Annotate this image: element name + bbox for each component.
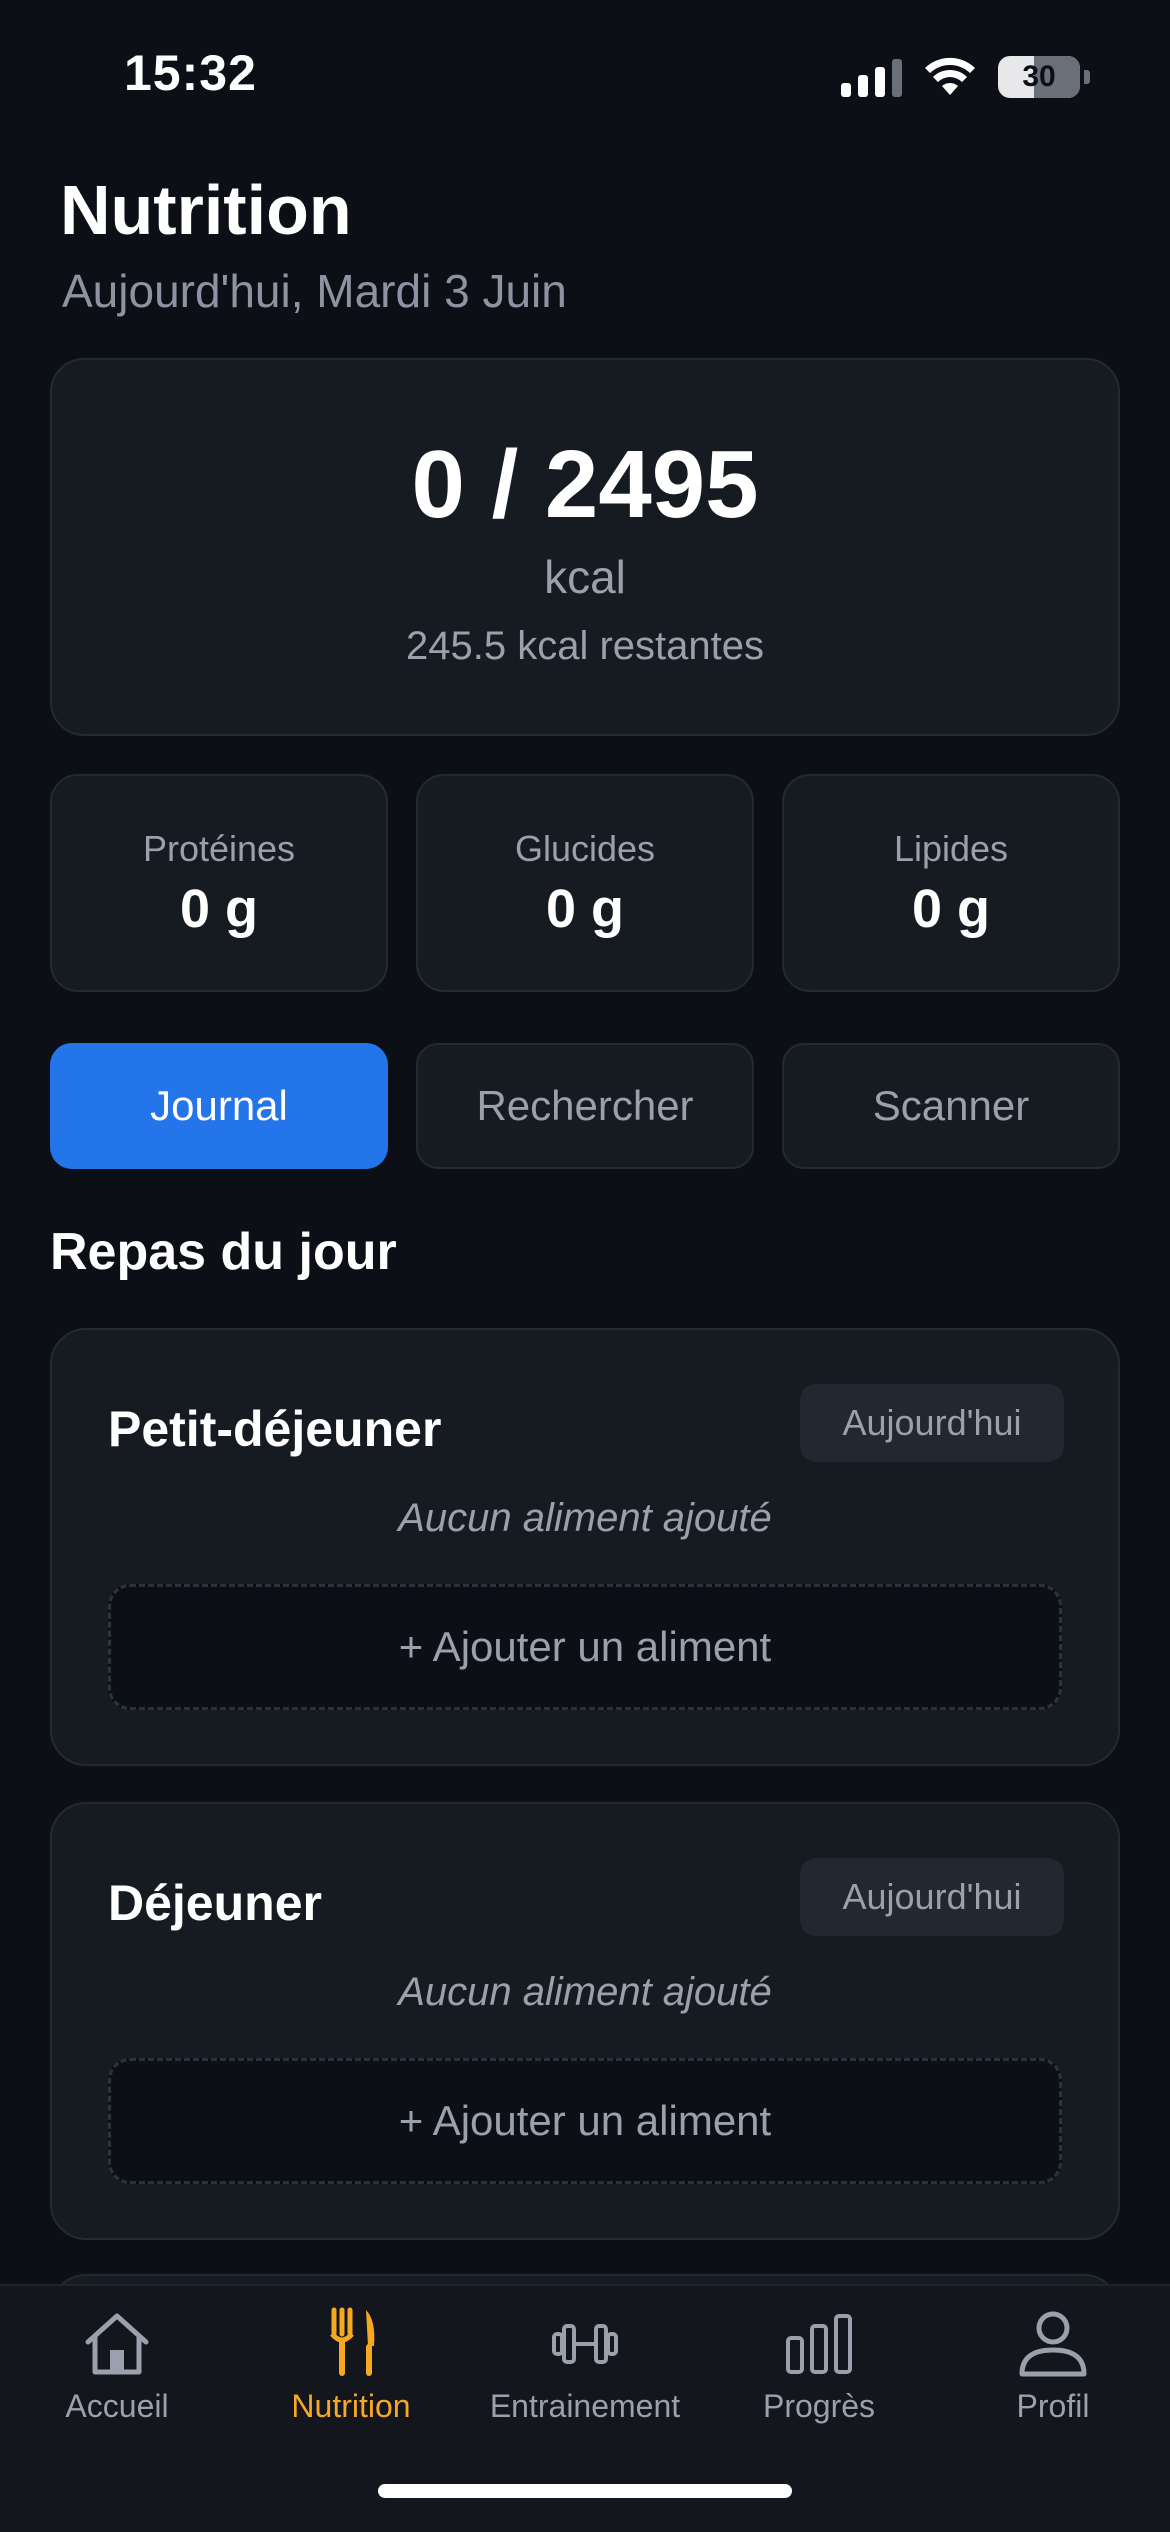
calorie-remaining: 245.5 kcal restantes (406, 624, 764, 668)
macro-card-proteins: Protéines 0 g (50, 774, 388, 992)
meal-card-breakfast: Petit-déjeuner Aujourd'hui Aucun aliment… (50, 1328, 1120, 1766)
meal-empty-text: Aucun aliment ajouté (398, 1496, 772, 1540)
page-subtitle: Aujourd'hui, Mardi 3 Juin (62, 265, 567, 317)
wifi-icon (925, 57, 975, 95)
nav-label: Entrainement (489, 2388, 681, 2424)
macro-value: 0 g (545, 879, 625, 939)
dumbbell-icon (552, 2324, 618, 2364)
bar-chart-icon (786, 2314, 852, 2374)
tab-scanner[interactable]: Scanner (782, 1043, 1120, 1169)
nav-item-nutrition[interactable]: Nutrition (234, 2306, 468, 2456)
nav-label: Profil (1016, 2388, 1090, 2424)
home-icon (85, 2313, 149, 2375)
fork-knife-icon (330, 2307, 375, 2376)
nutrition-screen: 15:32 30 Nutrition Aujourd'hui, Mardi 3 … (0, 0, 1170, 2532)
macro-label: Glucides (514, 828, 656, 869)
nav-item-progress[interactable]: Progrès (702, 2306, 936, 2456)
page-title: Nutrition (60, 171, 352, 249)
add-food-button[interactable]: + Ajouter un aliment (108, 1584, 1062, 1710)
meal-empty-text: Aucun aliment ajouté (398, 1970, 772, 2014)
tab-journal[interactable]: Journal (50, 1043, 388, 1169)
nav-label: Nutrition (291, 2388, 411, 2424)
meal-date-badge[interactable]: Aujourd'hui (800, 1384, 1064, 1462)
home-indicator[interactable] (378, 2484, 792, 2498)
status-bar: 15:32 30 (0, 0, 1170, 150)
meal-card-lunch: Déjeuner Aujourd'hui Aucun aliment ajout… (50, 1802, 1120, 2240)
macro-card-fats: Lipides 0 g (782, 774, 1120, 992)
macro-value: 0 g (179, 879, 259, 939)
nav-label: Progrès (762, 2388, 876, 2424)
status-time: 15:32 (124, 45, 257, 101)
nav-item-profile[interactable]: Profil (936, 2306, 1170, 2456)
battery-icon: 30 (998, 56, 1080, 98)
meal-title: Déjeuner (108, 1875, 322, 1931)
calorie-value: 0 / 2495 (411, 431, 759, 538)
nav-item-home[interactable]: Accueil (0, 2306, 234, 2456)
cellular-signal-icon (841, 57, 902, 97)
meal-title: Petit-déjeuner (108, 1401, 442, 1457)
macro-value: 0 g (911, 879, 991, 939)
nav-item-training[interactable]: Entrainement (468, 2306, 702, 2456)
macro-label: Protéines (142, 828, 296, 869)
add-food-button[interactable]: + Ajouter un aliment (108, 2058, 1062, 2184)
macro-card-carbs: Glucides 0 g (416, 774, 754, 992)
tab-search[interactable]: Rechercher (416, 1043, 754, 1169)
calorie-unit: kcal (544, 551, 626, 603)
calorie-summary-card: 0 / 2495 kcal 245.5 kcal restantes (50, 358, 1120, 736)
nav-label: Accueil (65, 2388, 169, 2424)
battery-level: 30 (1022, 60, 1056, 93)
meal-date-badge[interactable]: Aujourd'hui (800, 1858, 1064, 1936)
macro-label: Lipides (893, 828, 1009, 869)
status-icons: 30 (841, 54, 1090, 100)
section-title: Repas du jour (50, 1223, 397, 1281)
user-icon (1019, 2311, 1087, 2377)
